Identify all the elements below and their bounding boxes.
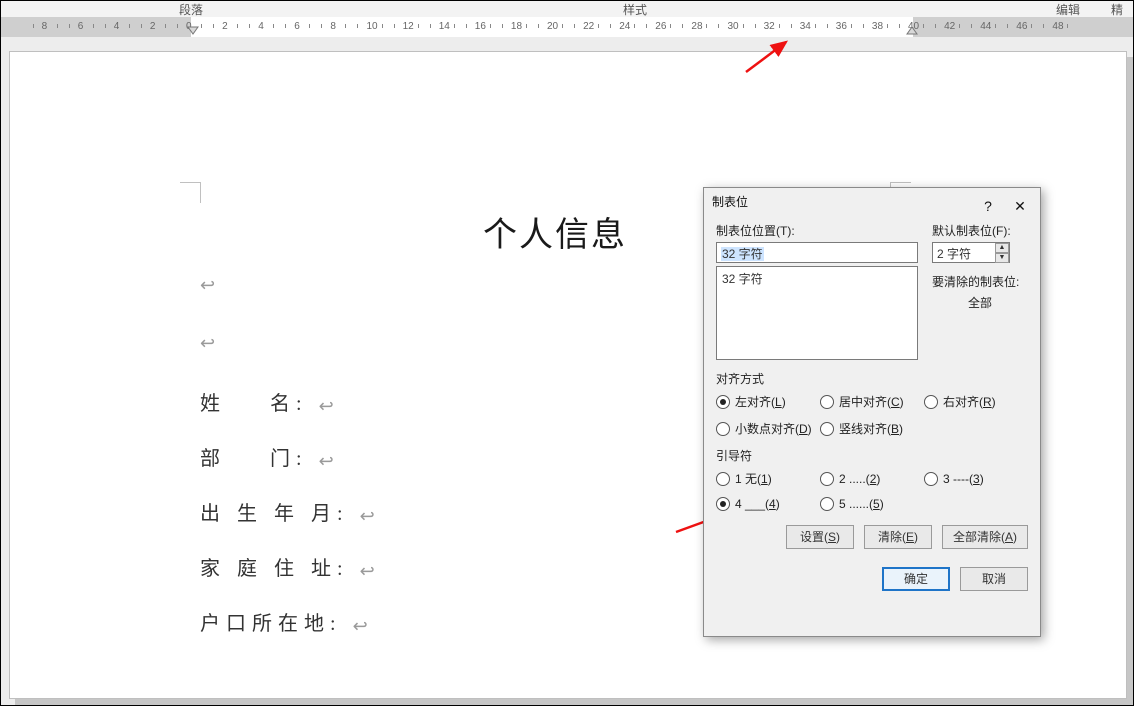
ruler-tick: 26: [655, 19, 666, 37]
alignment-group: 左对齐(L) 居中对齐(C) 右对齐(R) 小数点对齐(D) 竖线对齐(B): [716, 393, 1028, 437]
radio-align-right[interactable]: 右对齐(R): [924, 393, 1028, 410]
spinner-buttons[interactable]: ▲▼: [995, 243, 1009, 262]
document-line[interactable]: 户口所在地: ↩: [200, 607, 374, 636]
paragraph-mark-icon: ↩: [360, 561, 381, 582]
first-line-indent-marker[interactable]: [187, 26, 199, 36]
ruler-tick: 4: [114, 19, 120, 37]
ruler-tick: 38: [872, 19, 883, 37]
radio-leader-5[interactable]: 5 ......(5): [820, 497, 924, 511]
document-line[interactable]: 部 门: ↩: [200, 442, 340, 471]
alignment-section-title: 对齐方式: [716, 370, 1028, 387]
ruler-tick: 46: [1016, 19, 1027, 37]
document-line[interactable]: 出 生 年 月: ↩: [200, 497, 381, 526]
paragraph-mark-icon: ↩: [360, 506, 381, 527]
tab-position-list[interactable]: 32 字符: [716, 266, 918, 360]
ruler-margin-left: [1, 17, 191, 37]
tab-position-label: 制表位位置(T):: [716, 222, 918, 239]
ruler-tick: 16: [475, 19, 486, 37]
dialog-title: 制表位: [712, 195, 748, 209]
clear-tabs-value: 全部: [932, 294, 1028, 311]
ruler-tick: 6: [78, 19, 84, 37]
radio-leader-4[interactable]: 4 ___(4): [716, 497, 820, 511]
paragraph-mark-icon: ↩: [319, 451, 340, 472]
document-line[interactable]: ↩: [200, 272, 221, 295]
paragraph-mark-icon: ↩: [200, 275, 221, 296]
radio-align-center[interactable]: 居中对齐(C): [820, 393, 924, 410]
document-line[interactable]: 家 庭 住 址: ↩: [200, 552, 381, 581]
document-line[interactable]: 姓 名: ↩: [200, 387, 340, 416]
close-button[interactable]: ✕: [1006, 192, 1034, 212]
ruler-tick: 8: [42, 19, 48, 37]
help-button[interactable]: ?: [976, 192, 1000, 212]
document-line[interactable]: ↩: [200, 330, 221, 353]
ruler-tick: 2: [150, 19, 156, 37]
radio-align-decimal[interactable]: 小数点对齐(D): [716, 420, 820, 437]
ruler-tick: 30: [728, 19, 739, 37]
list-item[interactable]: 32 字符: [722, 270, 912, 287]
paragraph-mark-icon: ↩: [200, 333, 221, 354]
ruler-tick: 22: [583, 19, 594, 37]
set-button[interactable]: 设置(S): [786, 525, 854, 549]
ruler-tick: 32: [764, 19, 775, 37]
tab-position-input[interactable]: 32 字符: [716, 242, 918, 263]
clear-all-button[interactable]: 全部清除(A): [942, 525, 1028, 549]
dialog-titlebar[interactable]: 制表位 ? ✕: [704, 188, 1040, 216]
paragraph-mark-icon: ↩: [319, 396, 340, 417]
ruler-tick: 44: [980, 19, 991, 37]
radio-leader-1[interactable]: 1 无(1): [716, 470, 820, 487]
ribbon-group-row: 段落 样式 编辑 精选: [1, 1, 1133, 18]
ruler-tick: 24: [619, 19, 630, 37]
ruler-tick: 6: [294, 19, 300, 37]
clear-tabs-label: 要清除的制表位:: [932, 273, 1028, 290]
default-tab-label: 默认制表位(F):: [932, 222, 1028, 239]
ruler-tick: 48: [1052, 19, 1063, 37]
ribbon-group-styles: 样式: [623, 1, 647, 18]
ruler-tick: 12: [403, 19, 414, 37]
ruler-tick: 18: [511, 19, 522, 37]
paragraph-mark-icon: ↩: [353, 616, 374, 637]
radio-leader-3[interactable]: 3 ----(3): [924, 470, 1028, 487]
ruler-tick: 8: [330, 19, 336, 37]
ribbon-group-paragraph: 段落: [179, 1, 203, 18]
radio-align-left[interactable]: 左对齐(L): [716, 393, 820, 410]
ruler-tick: 28: [691, 19, 702, 37]
radio-leader-2[interactable]: 2 .....(2): [820, 470, 924, 487]
ruler-tick: 10: [367, 19, 378, 37]
ruler-tick: 34: [800, 19, 811, 37]
radio-align-bar[interactable]: 竖线对齐(B): [820, 420, 924, 437]
horizontal-ruler[interactable]: 8642024681012141618202224262830323436384…: [1, 17, 1133, 38]
dialog-body: 制表位位置(T): 32 字符 32 字符 默认制表位(F): 2 字符 ▲▼ …: [704, 216, 1040, 601]
ruler-tick: 2: [222, 19, 228, 37]
ribbon-group-edit: 编辑: [1056, 1, 1080, 18]
ruler-tick: 4: [258, 19, 264, 37]
tabs-dialog: 制表位 ? ✕ 制表位位置(T): 32 字符 32 字符 默认制表位(F):: [703, 187, 1041, 637]
clear-button[interactable]: 清除(E): [864, 525, 932, 549]
cancel-button[interactable]: 取消: [960, 567, 1028, 591]
ruler-tick: 36: [836, 19, 847, 37]
default-tab-spinner[interactable]: 2 字符 ▲▼: [932, 242, 1010, 263]
ruler-tick: 20: [547, 19, 558, 37]
ruler-tick: 14: [439, 19, 450, 37]
right-indent-marker[interactable]: [906, 26, 918, 36]
app-window: 段落 样式 编辑 精选 8642024681012141618202224262…: [0, 0, 1134, 706]
margin-mark-top-left: [180, 182, 201, 203]
ruler-tick: 42: [944, 19, 955, 37]
document-workspace: 个人信息 ↩↩姓 名: ↩部 门: ↩出 生 年 月: ↩家 庭 住 址: ↩户…: [1, 37, 1133, 705]
leader-group: 1 无(1) 2 .....(2) 3 ----(3) 4 ___(4) 5 .…: [716, 470, 1028, 511]
ok-button[interactable]: 确定: [882, 567, 950, 591]
leader-section-title: 引导符: [716, 447, 1028, 464]
